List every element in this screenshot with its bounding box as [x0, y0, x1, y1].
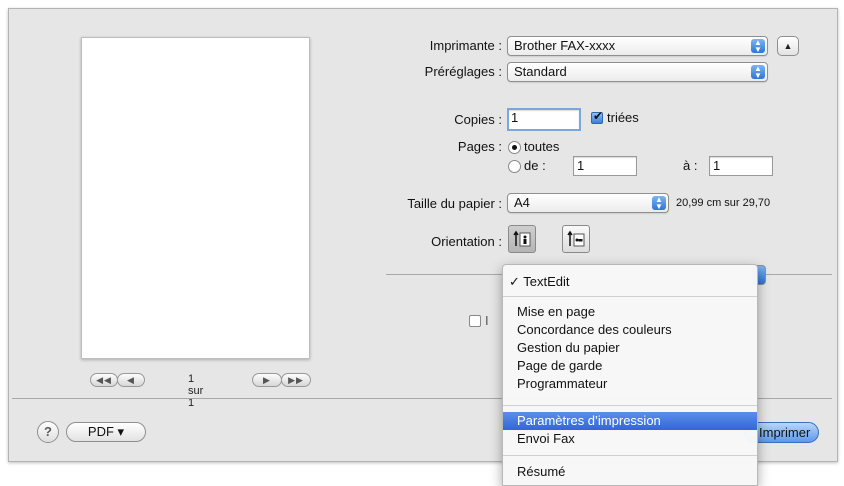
pages-label: Pages : [457, 139, 502, 154]
menu-item-label: TextEdit [523, 274, 570, 289]
last-page-button[interactable]: ▶▶ [281, 373, 311, 387]
menu-item-color-matching[interactable]: Concordance des couleurs [503, 321, 757, 339]
printer-value: Brother FAX-xxxx [514, 38, 616, 53]
collated-checkbox[interactable]: ✔ [591, 109, 604, 124]
landscape-icon [567, 230, 585, 247]
disclosure-button[interactable]: ▲ [777, 36, 799, 56]
menu-item-paper-handling[interactable]: Gestion du papier [503, 339, 757, 357]
paper-dimensions: 20,99 cm sur 29,70 [676, 197, 771, 209]
panel-popup-menu: ✓ TextEdit Mise en page Concordance des … [502, 264, 758, 486]
page-count-label: 1 sur 1 [188, 373, 204, 409]
presets-label: Préréglages : [424, 64, 502, 79]
paper-size-popup[interactable]: A4 ▲ ▼ [507, 193, 669, 213]
menu-item-send-fax[interactable]: Envoi Fax [503, 430, 757, 448]
pages-range-radio[interactable] [508, 160, 521, 173]
menu-separator [503, 405, 757, 406]
orientation-label: Orientation : [431, 234, 502, 249]
presets-value: Standard [514, 64, 567, 79]
section-divider [386, 274, 502, 275]
presets-popup[interactable]: Standard ▲ ▼ [507, 62, 768, 82]
menu-item-textedit[interactable]: ✓ TextEdit [503, 273, 757, 291]
page-preview [81, 37, 310, 359]
previous-page-button[interactable]: ◀ [117, 373, 145, 387]
copies-label: Copies : [454, 112, 502, 127]
menu-separator [503, 455, 757, 456]
menu-item-page-setup[interactable]: Mise en page [503, 303, 757, 321]
option-label-fragment: I [485, 313, 489, 328]
pages-to-field[interactable]: 1 [709, 156, 773, 176]
menu-item-cover-page[interactable]: Page de garde [503, 357, 757, 375]
help-button[interactable]: ? [37, 421, 59, 443]
up-down-arrows-icon: ▲ ▼ [751, 65, 765, 80]
pdf-menu-button[interactable]: PDF ▾ [66, 422, 146, 442]
collated-label: triées [607, 110, 639, 125]
menu-item-summary[interactable]: Résumé [503, 463, 757, 481]
up-down-arrows-icon: ▲ ▼ [652, 196, 666, 211]
pages-all-label: toutes [524, 139, 560, 154]
pages-to-label: à : [683, 158, 698, 173]
portrait-orientation-button[interactable] [508, 225, 536, 253]
printer-popup[interactable]: Brother FAX-xxxx ▲ ▼ [507, 36, 768, 56]
pages-from-label: de : [524, 158, 546, 173]
printer-label: Imprimante : [429, 38, 502, 53]
portrait-icon [513, 230, 531, 247]
copies-field[interactable]: 1 [507, 108, 581, 131]
pages-from-field[interactable]: 1 [573, 156, 637, 176]
menu-separator [503, 296, 757, 297]
pages-all-radio[interactable] [508, 141, 521, 154]
first-page-button[interactable]: ◀◀ [90, 373, 118, 387]
checkmark-icon: ✓ [509, 274, 524, 289]
up-down-arrows-icon: ▲ ▼ [751, 39, 765, 54]
paper-size-label: Taille du papier : [407, 196, 502, 211]
menu-item-print-settings[interactable]: Paramètres d’impression [503, 412, 757, 430]
next-page-button[interactable]: ▶ [252, 373, 282, 387]
menu-item-scheduler[interactable]: Programmateur [503, 375, 757, 393]
section-divider [762, 274, 832, 275]
landscape-orientation-button[interactable] [562, 225, 590, 253]
paper-size-value: A4 [514, 195, 530, 210]
checkmark-icon: ✔ [593, 109, 604, 123]
option-checkbox[interactable] [469, 315, 481, 327]
